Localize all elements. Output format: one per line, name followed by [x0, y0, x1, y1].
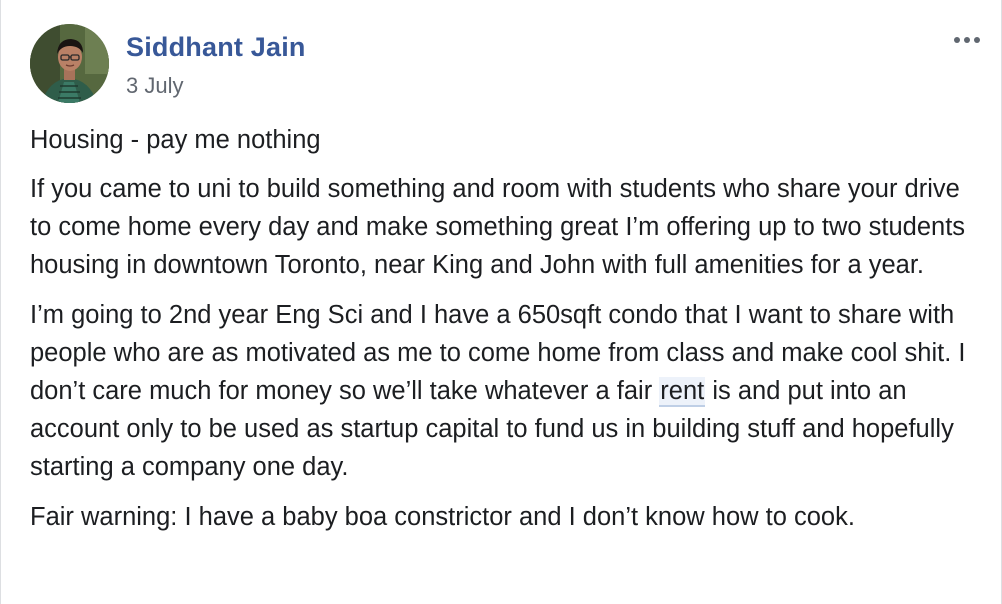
highlighted-word[interactable]: rent — [659, 377, 706, 407]
post-date[interactable]: 3 July — [126, 73, 183, 99]
more-dot — [954, 37, 960, 43]
post-paragraph: Fair warning: I have a baby boa constric… — [30, 503, 855, 531]
post-card: Siddhant Jain 3 July Housing - pay me no… — [0, 0, 1002, 604]
profile-photo-icon — [30, 24, 109, 103]
post-paragraph: I’m going to 2nd year Eng Sci and I have… — [30, 296, 980, 486]
post-body: Housing - pay me nothing If you came to … — [30, 121, 980, 548]
post-paragraph: If you came to uni to build something an… — [30, 175, 966, 279]
post-paragraph: Housing - pay me nothing — [30, 126, 321, 154]
more-options-icon[interactable] — [947, 24, 987, 56]
author-name[interactable]: Siddhant Jain — [126, 32, 306, 63]
more-dot — [974, 37, 980, 43]
more-dot — [964, 37, 970, 43]
avatar[interactable] — [30, 24, 109, 103]
